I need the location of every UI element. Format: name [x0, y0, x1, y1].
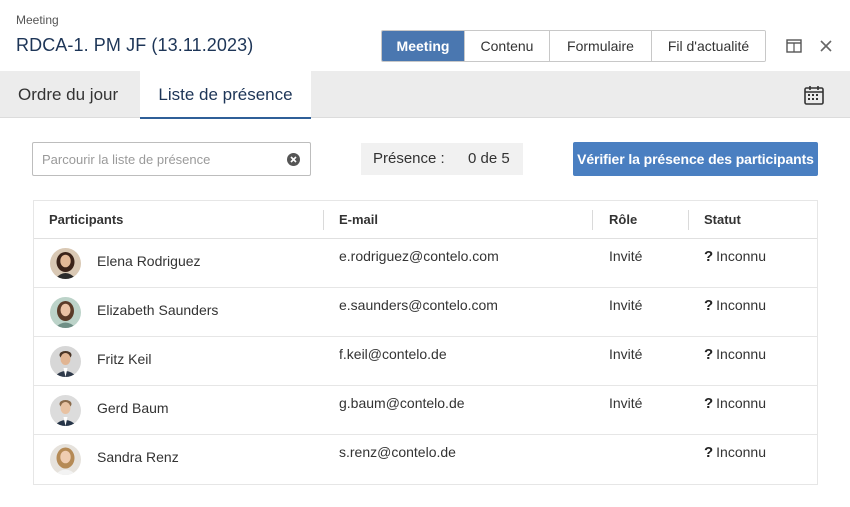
column-divider[interactable]: [323, 210, 324, 230]
clear-search-icon[interactable]: [287, 153, 300, 166]
column-header-participants[interactable]: Participants: [49, 201, 123, 238]
avatar: [50, 248, 81, 279]
table-row[interactable]: Gerd Baum g.baum@contelo.de Invité ? Inco…: [34, 386, 817, 435]
avatar: [50, 346, 81, 377]
participant-name: Sandra Renz: [97, 449, 179, 465]
participant-name: Elena Rodriguez: [97, 253, 201, 269]
column-divider[interactable]: [592, 210, 593, 230]
column-header-role[interactable]: Rôle: [609, 201, 637, 238]
close-icon[interactable]: [817, 37, 835, 55]
dialog-header: Meeting RDCA-1. PM JF (13.11.2023) Meeti…: [0, 0, 850, 71]
avatar: [50, 395, 81, 426]
participant-name: Elizabeth Saunders: [97, 302, 219, 318]
segment-formulaire[interactable]: Formulaire: [550, 31, 652, 61]
participant-email: g.baum@contelo.de: [339, 395, 465, 411]
participants-table: Participants E-mail Rôle Statut Elena Ro…: [33, 200, 818, 485]
status-label: Inconnu: [716, 248, 766, 264]
table-row[interactable]: Elizabeth Saunders e.saunders@contelo.co…: [34, 288, 817, 337]
page-title: RDCA-1. PM JF (13.11.2023): [16, 35, 254, 55]
calendar-icon[interactable]: [803, 84, 825, 106]
status-label: Inconnu: [716, 444, 766, 460]
participant-role: Invité: [609, 297, 643, 313]
presence-counter: Présence : 0 de 5: [361, 143, 523, 175]
participant-email: e.rodriguez@contelo.com: [339, 248, 499, 264]
header-kicker: Meeting: [16, 13, 59, 27]
tab-bar: Ordre du jour Liste de présence: [0, 71, 850, 119]
question-mark-icon: ?: [704, 395, 714, 412]
status-label: Inconnu: [716, 297, 766, 313]
avatar: [50, 444, 81, 475]
search-field: [32, 142, 311, 176]
question-mark-icon: ?: [704, 297, 714, 314]
presence-value: 0 de 5: [468, 150, 510, 167]
participant-role: Invité: [609, 248, 643, 264]
table-row[interactable]: Sandra Renz s.renz@contelo.de ? Inconnu: [34, 435, 817, 484]
avatar: [50, 297, 81, 328]
status-label: Inconnu: [716, 395, 766, 411]
view-switcher: Meeting Contenu Formulaire Fil d'actuali…: [381, 30, 766, 62]
question-mark-icon: ?: [704, 346, 714, 363]
tab-liste-de-presence[interactable]: Liste de présence: [140, 71, 311, 119]
question-mark-icon: ?: [704, 248, 714, 265]
participant-email: e.saunders@contelo.com: [339, 297, 498, 313]
participant-email: s.renz@contelo.de: [339, 444, 456, 460]
table-row[interactable]: Elena Rodriguez e.rodriguez@contelo.com …: [34, 239, 817, 288]
column-divider[interactable]: [688, 210, 689, 230]
segment-fil-actualite[interactable]: Fil d'actualité: [652, 31, 765, 61]
segment-meeting[interactable]: Meeting: [382, 31, 465, 61]
table-row[interactable]: Fritz Keil f.keil@contelo.de Invité ? Inc…: [34, 337, 817, 386]
participant-status: ? Inconnu: [704, 248, 766, 265]
participant-status: ? Inconnu: [704, 444, 766, 461]
segment-contenu[interactable]: Contenu: [465, 31, 550, 61]
participant-name: Gerd Baum: [97, 400, 169, 416]
status-label: Inconnu: [716, 346, 766, 362]
tab-ordre-du-jour[interactable]: Ordre du jour: [18, 71, 118, 118]
participant-role: Invité: [609, 346, 643, 362]
presence-label: Présence :: [373, 150, 445, 167]
window-restore-icon[interactable]: [785, 37, 803, 55]
verify-presence-button[interactable]: Vérifier la présence des participants: [573, 142, 818, 176]
participant-email: f.keil@contelo.de: [339, 346, 447, 362]
participant-role: Invité: [609, 395, 643, 411]
table-header: Participants E-mail Rôle Statut: [34, 201, 817, 239]
participant-status: ? Inconnu: [704, 395, 766, 412]
question-mark-icon: ?: [704, 444, 714, 461]
participant-name: Fritz Keil: [97, 351, 152, 367]
column-header-status[interactable]: Statut: [704, 201, 741, 238]
column-header-email[interactable]: E-mail: [339, 201, 378, 238]
search-input[interactable]: [42, 149, 282, 169]
participant-status: ? Inconnu: [704, 346, 766, 363]
participant-status: ? Inconnu: [704, 297, 766, 314]
